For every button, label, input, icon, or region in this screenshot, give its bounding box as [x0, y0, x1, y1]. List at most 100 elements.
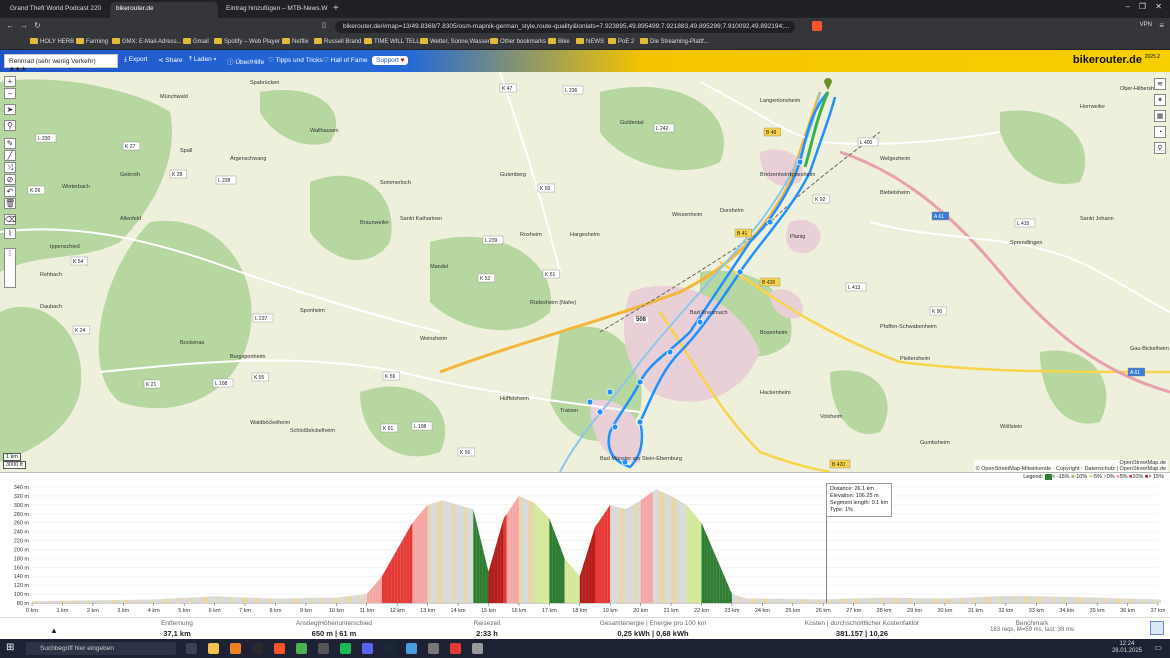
- app-icon[interactable]: [472, 643, 483, 654]
- menu-icon[interactable]: ≡: [1159, 21, 1164, 30]
- elevation-profile-panel[interactable]: 340 m 320 m 300 m 280 m 260 m 240 m 220 m 200 m…: [0, 472, 1170, 617]
- no-go-icon[interactable]: ⊘: [4, 174, 16, 185]
- map-attribution[interactable]: OpenStreetMap.de © OpenStreetMap-Mitwirk…: [973, 460, 1168, 472]
- elevation-segment: [573, 569, 577, 603]
- elevation-segment: [266, 598, 270, 603]
- elevation-segment: [780, 598, 784, 603]
- tab-bikerouter[interactable]: bikerouter.de: [110, 2, 218, 18]
- shuffle-icon[interactable]: ⤨: [4, 162, 16, 173]
- profile-select[interactable]: Rennrad (sehr wenig Verkehr) ★★★: [4, 54, 118, 73]
- legend-item: 0%: [1106, 474, 1115, 480]
- tooltip-type: Type: 1%: [830, 507, 853, 513]
- bookmark-item[interactable]: NEWS: [576, 38, 604, 45]
- elevation-segment: [269, 598, 273, 603]
- clock[interactable]: 12:24 28.01.2025: [1112, 641, 1142, 655]
- bookmark-item[interactable]: GMX: E-Mail-Adress...: [112, 38, 182, 45]
- load-button[interactable]: ⤒ Laden ▾: [189, 56, 216, 64]
- tips-button[interactable]: ♡ Tipps und Tricks: [268, 56, 323, 64]
- draw-route-icon[interactable]: ✎: [4, 138, 16, 149]
- elevation-segment: [981, 596, 985, 603]
- brave-icon[interactable]: [274, 643, 285, 654]
- table-icon[interactable]: ▦: [1154, 110, 1166, 122]
- tab-podcast[interactable]: Grand Theft World Podcast 220: [4, 2, 108, 18]
- x-tick-label: 6 km: [209, 608, 221, 614]
- minimize-button[interactable]: –: [1126, 2, 1130, 11]
- tab-mtb-news[interactable]: Eintrag hinzufügen – MTB-News.W: [220, 2, 328, 18]
- settings-icon[interactable]: ✶: [1154, 94, 1166, 106]
- elevation-segment: [86, 600, 90, 603]
- hall-of-fame-button[interactable]: ♡ Hall of Fame: [323, 56, 368, 64]
- app-icon[interactable]: [296, 643, 307, 654]
- reload-icon[interactable]: ↻: [34, 21, 41, 30]
- bookmark-item[interactable]: Farming: [76, 38, 108, 45]
- draw-line-icon[interactable]: ╱: [4, 150, 16, 161]
- windows-start-icon[interactable]: ⊞: [6, 642, 14, 653]
- zoom-in-button[interactable]: +: [4, 76, 16, 87]
- layers-icon[interactable]: ≋: [1154, 78, 1166, 90]
- elevation-segment: [762, 598, 766, 603]
- explorer-icon[interactable]: [208, 643, 219, 654]
- road-label: K 50: [540, 186, 551, 192]
- place-label: Dorsheim: [720, 208, 744, 214]
- opacity-slider[interactable]: ⁞: [4, 248, 16, 288]
- close-window-button[interactable]: ✕: [1155, 2, 1162, 11]
- undo-icon[interactable]: ↶: [4, 186, 16, 197]
- app-icon[interactable]: [252, 643, 263, 654]
- bookmark-item[interactable]: Spotify – Web Player: [214, 38, 280, 45]
- new-tab-button[interactable]: +: [333, 3, 339, 14]
- support-button[interactable]: Support ♥: [372, 56, 409, 65]
- pin-icon[interactable]: ⚲: [1154, 142, 1166, 154]
- bookmark-item[interactable]: Gmail: [183, 38, 209, 45]
- elevation-segment: [604, 509, 608, 603]
- bookmark-item[interactable]: TIME WILL TELL: [364, 38, 420, 45]
- forward-icon[interactable]: →: [20, 21, 28, 30]
- delete-icon[interactable]: 🗑: [4, 198, 16, 209]
- steam-icon[interactable]: [384, 643, 395, 654]
- brave-shield-icon[interactable]: [812, 21, 822, 31]
- app-icon[interactable]: [428, 643, 439, 654]
- locate-icon[interactable]: ➤: [4, 104, 16, 115]
- bookmark-item[interactable]: Wetter, Sonne,Wasser: [420, 38, 490, 45]
- app-icon[interactable]: [450, 643, 461, 654]
- app-icon[interactable]: [318, 643, 329, 654]
- vlc-icon[interactable]: [230, 643, 241, 654]
- search-icon[interactable]: ⚲: [4, 120, 16, 131]
- map-thumbnail-icon[interactable]: [1150, 621, 1164, 635]
- taskbar-search[interactable]: Suchbegriff hier eingeben: [26, 642, 176, 655]
- eraser-icon[interactable]: ⌫: [4, 214, 16, 225]
- elevation-segment: [141, 599, 145, 603]
- bookmark-item[interactable]: Other bookmarks: [490, 38, 546, 45]
- warning-icon[interactable]: ▲: [50, 626, 58, 635]
- elevation-segment: [951, 598, 955, 603]
- app-icon[interactable]: [406, 643, 417, 654]
- place-label: Planig: [790, 234, 805, 240]
- bookmark-item[interactable]: Russell Brand: [314, 38, 361, 45]
- export-button[interactable]: ⤓ Export: [124, 56, 147, 64]
- bookmark-item[interactable]: PoE 2: [608, 38, 634, 45]
- elevation-segment: [543, 511, 547, 603]
- bookmark-item[interactable]: Die Streaming-Plattf...: [640, 38, 709, 45]
- url-field[interactable]: bikerouter.de/#map=13/49.8368/7.8305/osm…: [335, 21, 795, 33]
- start-marker-icon[interactable]: [824, 78, 832, 90]
- vpn-button[interactable]: VPN: [1140, 22, 1152, 28]
- back-icon[interactable]: ←: [6, 21, 14, 30]
- zoom-out-button[interactable]: −: [4, 88, 16, 99]
- bookmark-item[interactable]: Bike: [548, 38, 570, 45]
- maximize-button[interactable]: ❐: [1139, 2, 1146, 11]
- map-view[interactable]: Spabrücken Münchwald Wallhausen Spall Argens…: [0, 72, 1170, 472]
- stats-icon[interactable]: ◔: [1154, 126, 1166, 138]
- elevation-segment: [439, 500, 443, 603]
- elevation-segment: [348, 595, 352, 603]
- bookmark-icon[interactable]: ▯: [322, 21, 326, 29]
- elevation-toggle-icon[interactable]: ⌇: [4, 228, 16, 239]
- task-view-icon[interactable]: [186, 643, 197, 654]
- notification-icon[interactable]: ▭: [1154, 643, 1162, 652]
- spotify-icon[interactable]: [340, 643, 351, 654]
- bookmark-item[interactable]: HOLY HERB: [30, 38, 74, 45]
- clock-time: 12:24: [1119, 641, 1135, 647]
- about-button[interactable]: ⓘ Über/Hilfe: [227, 56, 264, 66]
- bookmark-item[interactable]: Netflix: [282, 38, 309, 45]
- discord-icon[interactable]: [362, 643, 373, 654]
- share-button[interactable]: ⋖ Share: [158, 56, 183, 64]
- elevation-segment: [954, 598, 958, 603]
